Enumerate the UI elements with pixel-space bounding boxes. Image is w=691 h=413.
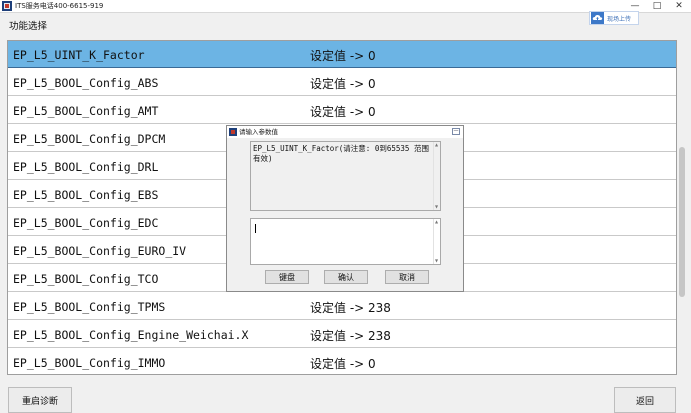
restart-diagnosis-label: 重启诊断 [21,396,58,407]
section-label: 功能选择 [9,21,48,32]
keyboard-button[interactable]: 键盘 [265,270,309,284]
dialog-title: 请输入参数值 [239,128,278,136]
confirm-button-label: 确认 [338,272,354,282]
parameter-name: EP_L5_BOOL_Config_EURO_IV [13,244,187,258]
input-scrollbar[interactable]: ▲ ▼ [433,219,440,264]
input-dialog: 请输入参数值 — EP_L5_UINT_K_Factor(请注意: 0到6553… [226,125,464,292]
parameter-name: EP_L5_BOOL_Config_IMMO [13,356,166,370]
scrollbar-thumb[interactable] [679,147,685,297]
cloud-upload-icon [591,12,604,24]
dialog-app-icon [229,128,237,136]
list-item[interactable]: EP_L5_UINT_K_Factor 设定值 -> 0 [8,41,676,68]
parameter-name: EP_L5_BOOL_Config_EDC [13,216,159,230]
parameter-name: EP_L5_BOOL_Config_EBS [13,188,159,202]
list-scrollbar[interactable] [678,40,686,375]
window-titlebar: ITS服务电话400-6615-919 — □ ✕ [0,0,691,13]
scroll-up-arrow-icon[interactable]: ▲ [435,143,438,147]
dialog-titlebar: 请输入参数值 — [227,126,463,138]
parameter-value-input[interactable]: ▲ ▼ [250,218,441,265]
parameter-name: EP_L5_BOOL_Config_TPMS [13,300,166,314]
parameter-name: EP_L5_BOOL_Config_DRL [13,160,159,174]
parameter-value: 设定值 -> 238 [310,329,391,343]
app-icon [2,1,12,11]
parameter-value: 设定值 -> 238 [310,301,391,315]
confirm-button[interactable]: 确认 [324,270,368,284]
dialog-message: EP_L5_UINT_K_Factor(请注意: 0到65535 范围有效) [253,144,429,163]
dialog-message-box: EP_L5_UINT_K_Factor(请注意: 0到65535 范围有效) ▲… [250,141,441,211]
close-button[interactable]: ✕ [668,0,690,12]
scroll-down-arrow-icon[interactable]: ▼ [435,205,438,209]
parameter-name: EP_L5_BOOL_Config_DPCM [13,132,166,146]
parameter-name: EP_L5_BOOL_Config_TCO [13,272,159,286]
list-item[interactable]: EP_L5_BOOL_Config_ABS 设定值 -> 0 [8,69,676,96]
scroll-up-arrow-icon[interactable]: ▲ [435,220,438,224]
cancel-button[interactable]: 取消 [385,270,429,284]
keyboard-button-label: 键盘 [279,272,295,282]
upload-button[interactable]: 现场上传 [589,11,639,25]
list-item[interactable]: EP_L5_BOOL_Config_TPMS 设定值 -> 238 [8,293,676,320]
parameter-name: EP_L5_UINT_K_Factor [13,48,145,62]
back-button[interactable]: 返回 [614,387,676,413]
message-scrollbar[interactable]: ▲ ▼ [433,142,440,210]
parameter-value: 设定值 -> 0 [310,77,376,91]
parameter-name: EP_L5_BOOL_Config_AMT [13,104,159,118]
text-caret [255,224,256,233]
back-button-label: 返回 [635,396,654,407]
window-title: ITS服务电话400-6615-919 [15,2,104,10]
parameter-value: 设定值 -> 0 [310,105,376,119]
maximize-button[interactable]: □ [646,0,668,12]
list-item[interactable]: EP_L5_BOOL_Config_Engine_Weichai.X 设定值 ->… [8,321,676,348]
upload-button-label: 现场上传 [607,15,632,23]
parameter-name: EP_L5_BOOL_Config_Engine_Weichai.X [13,328,249,342]
cancel-button-label: 取消 [399,272,415,282]
list-item[interactable]: EP_L5_BOOL_Config_IMMO 设定值 -> 0 [8,349,676,374]
parameter-value: 设定值 -> 0 [310,49,376,63]
restart-diagnosis-button[interactable]: 重启诊断 [8,387,72,413]
scroll-down-arrow-icon[interactable]: ▼ [435,259,438,263]
parameter-name: EP_L5_BOOL_Config_ABS [13,76,159,90]
list-item[interactable]: EP_L5_BOOL_Config_AMT 设定值 -> 0 [8,97,676,124]
dialog-minimize-button[interactable]: — [452,128,460,135]
parameter-value: 设定值 -> 0 [310,357,376,371]
